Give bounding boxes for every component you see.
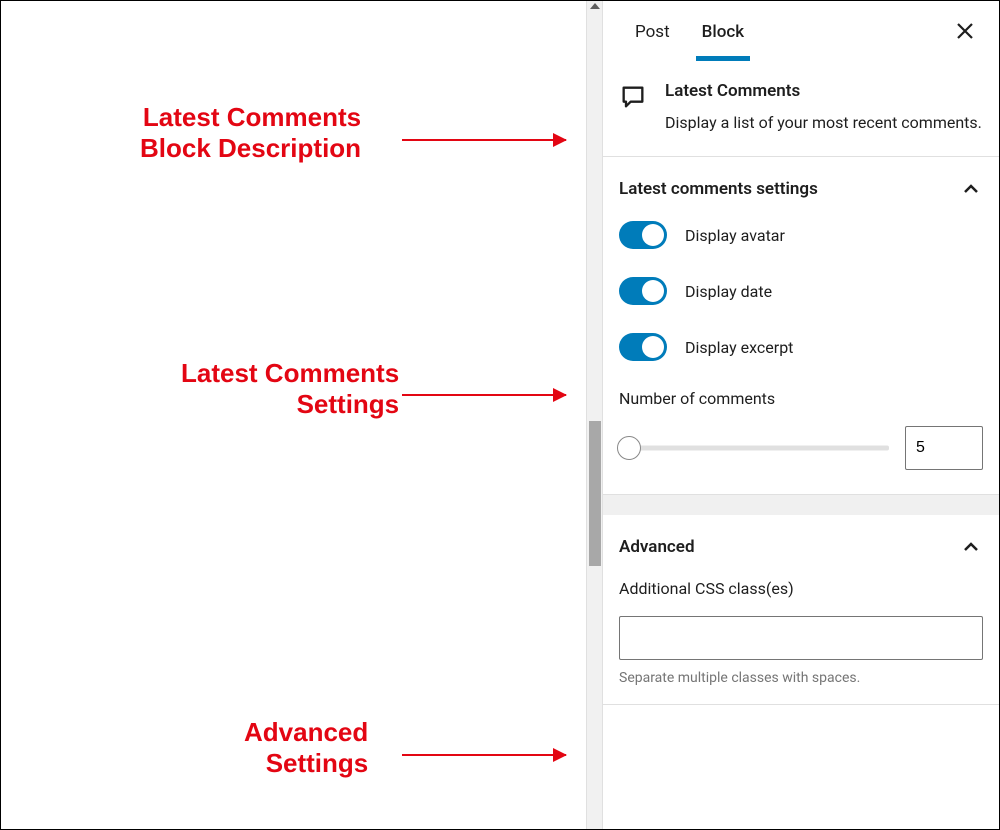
toggle-avatar-label: Display avatar [685,226,785,245]
annotation-advanced: Advanced Settings [244,717,368,778]
close-sidebar-button[interactable] [947,13,983,49]
toggle-display-excerpt[interactable] [619,333,667,361]
annotation-block-description: Latest Comments Block Description [140,102,361,163]
scrollbar-thumb[interactable] [589,421,601,566]
slider-thumb[interactable] [617,436,641,460]
block-description-panel: Latest Comments Display a list of your m… [603,61,999,157]
scrollbar-track[interactable] [586,1,602,829]
additional-css-label: Additional CSS class(es) [619,579,983,598]
block-description-text: Display a list of your most recent comme… [665,111,982,134]
settings-panel: Latest comments settings Display avatar … [603,157,999,495]
toggle-date-label: Display date [685,282,772,301]
advanced-panel-title: Advanced [619,537,695,557]
block-title: Latest Comments [665,81,982,101]
latest-comments-icon [619,81,647,134]
advanced-panel: Advanced Additional CSS class(es) Separa… [603,515,999,705]
close-icon [956,22,974,40]
toggle-excerpt-label: Display excerpt [685,338,793,357]
chevron-up-icon [959,177,983,201]
additional-css-input[interactable] [619,616,983,660]
sidebar-tabs: Post Block [603,1,999,61]
annotation-arrow [402,394,566,396]
scrollbar-up-icon[interactable] [590,3,600,9]
number-of-comments-input[interactable] [905,426,983,470]
toggle-display-date[interactable] [619,277,667,305]
panel-divider [603,495,999,515]
settings-panel-title: Latest comments settings [619,179,818,199]
number-of-comments-slider[interactable] [619,433,889,463]
additional-css-help: Separate multiple classes with spaces. [619,670,983,686]
toggle-display-avatar[interactable] [619,221,667,249]
advanced-panel-header[interactable]: Advanced [603,515,999,579]
chevron-up-icon [959,535,983,559]
annotation-arrow [402,139,566,141]
tab-block[interactable]: Block [686,4,760,58]
settings-panel-header[interactable]: Latest comments settings [603,157,999,221]
slider-track [619,446,889,451]
tab-post[interactable]: Post [619,4,686,58]
number-of-comments-label: Number of comments [619,389,983,408]
annotation-settings: Latest Comments Settings [181,358,399,419]
annotation-arrow [402,754,566,756]
editor-canvas: Latest Comments Block Description Latest… [1,1,586,829]
settings-sidebar: Post Block Latest Comments Display a lis… [602,1,999,829]
